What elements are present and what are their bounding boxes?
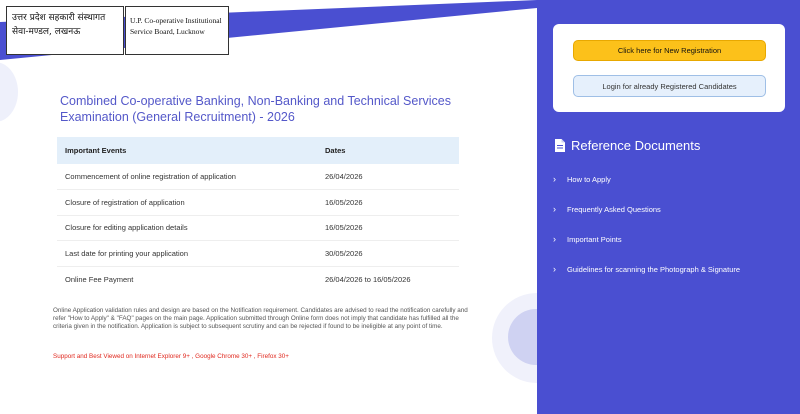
event-cell: Online Fee Payment — [65, 274, 134, 284]
date-cell: 16/05/2026 — [317, 215, 459, 241]
decorative-circle — [0, 62, 18, 122]
board-logo-english: U.P. Co-operative Institutional Service … — [125, 6, 229, 55]
date-cell: 30/05/2026 — [317, 240, 459, 267]
event-cell: Commencement of online registration of a… — [57, 164, 317, 190]
table-row: Closure for editing application details … — [57, 215, 459, 241]
reference-link-photo-guidelines[interactable]: › Guidelines for scanning the Photograph… — [553, 254, 740, 284]
date-cell: 26/04/2026 to 16/05/2026 — [325, 274, 411, 284]
event-cell: Closure of registration of application — [57, 189, 317, 216]
table-row: Closure of registration of application 1… — [57, 189, 459, 216]
table-row: Online Fee Payment 26/04/2026 to 16/05/2… — [57, 266, 459, 292]
board-logo-hindi: उत्तर प्रदेश सहकारी संस्थागत सेवा-मण्डल,… — [6, 6, 124, 55]
date-cell: 16/05/2026 — [317, 189, 459, 216]
column-header-dates: Dates — [317, 137, 459, 164]
chevron-right-icon: › — [553, 234, 556, 244]
reference-documents-title: Reference Documents — [571, 138, 701, 153]
sidebar: Click here for New Registration Login fo… — [537, 0, 800, 414]
chevron-right-icon: › — [553, 264, 556, 274]
reference-documents-heading: Reference Documents — [555, 138, 700, 153]
logo-english-line1: U.P. Co-operative Institutional — [130, 16, 222, 25]
chevron-right-icon: › — [553, 174, 556, 184]
date-cell: 26/04/2026 — [317, 164, 459, 190]
document-icon — [555, 139, 565, 152]
event-cell: Last date for printing your application — [57, 240, 317, 267]
logo-hindi-line2: सेवा-मण्डल, लखनऊ — [12, 27, 81, 37]
reference-link-label: Important Points — [567, 234, 622, 244]
table-row: Commencement of online registration of a… — [57, 164, 459, 190]
new-registration-button[interactable]: Click here for New Registration — [573, 40, 766, 61]
login-button[interactable]: Login for already Registered Candidates — [573, 75, 766, 97]
reference-link-label: Guidelines for scanning the Photograph &… — [567, 264, 741, 274]
table-row: Last date for printing your application … — [57, 240, 459, 267]
column-header-events: Important Events — [57, 137, 317, 164]
reference-link-label: Frequently Asked Questions — [567, 204, 661, 214]
browser-support-text: Support and Best Viewed on Internet Expl… — [53, 353, 289, 360]
registration-card: Click here for New Registration Login fo… — [553, 24, 785, 112]
reference-link-how-to-apply[interactable]: › How to Apply — [553, 164, 740, 194]
page-title: Combined Co-operative Banking, Non-Banki… — [60, 94, 451, 124]
reference-documents-list: › How to Apply › Frequently Asked Questi… — [553, 164, 740, 284]
reference-link-label: How to Apply — [567, 174, 611, 184]
notice-text: Online Application validation rules and … — [53, 307, 468, 330]
event-cell: Closure for editing application details — [57, 215, 317, 241]
chevron-right-icon: › — [553, 204, 556, 214]
main-content: उत्तर प्रदेश सहकारी संस्थागत सेवा-मण्डल,… — [0, 0, 537, 414]
important-events-table: Important Events Dates Commencement of o… — [57, 137, 459, 292]
logo-hindi-line1: उत्तर प्रदेश सहकारी संस्थागत — [12, 13, 106, 23]
logo-english-line2: Service Board, Lucknow — [130, 27, 205, 36]
table-header-row: Important Events Dates — [57, 137, 459, 164]
reference-link-faq[interactable]: › Frequently Asked Questions — [553, 194, 740, 224]
reference-link-important-points[interactable]: › Important Points — [553, 224, 740, 254]
